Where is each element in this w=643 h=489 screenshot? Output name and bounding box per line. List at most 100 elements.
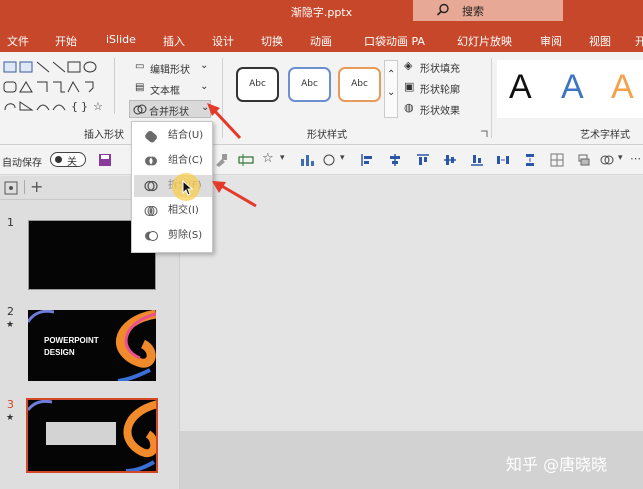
annotation-arrow-icon bbox=[212, 181, 257, 208]
tab-view[interactable]: 视图 bbox=[589, 33, 611, 49]
chevron-down-icon: ⌄ bbox=[200, 60, 209, 71]
annotation-arrow-icon bbox=[207, 103, 242, 140]
shape-gallery[interactable]: { } ☆ bbox=[3, 60, 113, 114]
autosave-toggle[interactable]: 关 bbox=[50, 152, 86, 168]
outline-view-icon[interactable] bbox=[4, 181, 18, 195]
dialog-launcher-icon[interactable] bbox=[480, 130, 488, 138]
union-icon bbox=[145, 130, 157, 143]
group-insert-shape-label: 插入形状 bbox=[84, 130, 124, 141]
menu-item-combine[interactable]: 组合(C) bbox=[134, 150, 212, 172]
style-sample-2[interactable]: Abc bbox=[288, 67, 331, 102]
slide-number: 3 bbox=[7, 398, 14, 411]
svg-text:}: } bbox=[81, 100, 88, 113]
divider bbox=[24, 180, 25, 194]
shape-effect-button[interactable]: 形状效果 bbox=[420, 102, 460, 117]
layers-icon[interactable] bbox=[577, 153, 591, 167]
wordart-sample-black[interactable]: A bbox=[509, 68, 532, 107]
ribbon: { } ☆ ▭ 编辑形状 ⌄ ▤ 文本框 ⌄ 合并形状 ⌄ 插入形状 Abc A… bbox=[0, 52, 643, 145]
svg-text:☆: ☆ bbox=[93, 100, 103, 113]
star-icon[interactable]: ☆ bbox=[262, 151, 274, 166]
distribute-horizontal-icon[interactable] bbox=[496, 153, 510, 167]
autosave-label: 自动保存 bbox=[2, 158, 42, 169]
menu-item-intersect[interactable]: 相交(I) bbox=[134, 200, 212, 222]
save-icon[interactable] bbox=[98, 153, 112, 167]
menu-item-subtract[interactable]: 剪除(S) bbox=[134, 225, 212, 247]
style-gallery-scroll[interactable]: ⌃ ⌄ bbox=[384, 60, 398, 118]
wordart-sample-orange[interactable]: A bbox=[611, 68, 634, 107]
tab-animations[interactable]: 动画 bbox=[310, 33, 332, 49]
wordart-gallery[interactable]: A A A bbox=[497, 60, 643, 118]
mouse-cursor-icon bbox=[182, 180, 194, 196]
swirl-art bbox=[123, 400, 156, 471]
combine-icon bbox=[145, 156, 157, 166]
toggle-state: 关 bbox=[67, 157, 77, 168]
tab-pocket-animation[interactable]: 口袋动画 PA bbox=[364, 33, 425, 49]
intersect-icon bbox=[144, 206, 158, 216]
slide-thumbnail-3[interactable] bbox=[26, 398, 158, 473]
align-bottom-icon[interactable] bbox=[470, 153, 484, 167]
add-slide-icon[interactable]: + bbox=[30, 177, 43, 196]
tab-insert[interactable]: 插入 bbox=[163, 33, 185, 49]
menu-item-label: 组合(C) bbox=[168, 155, 203, 166]
align-left-icon[interactable] bbox=[360, 153, 374, 167]
shape-icon[interactable] bbox=[322, 153, 336, 167]
tab-more[interactable]: 开 bbox=[635, 33, 643, 49]
tab-islide[interactable]: iSlide bbox=[106, 33, 136, 46]
tab-home[interactable]: 开始 bbox=[55, 33, 77, 49]
search-label: 搜索 bbox=[462, 5, 484, 18]
align-top-icon[interactable] bbox=[416, 153, 430, 167]
group-shape-style-label: 形状样式 bbox=[307, 130, 347, 141]
slide-number: 2 bbox=[7, 305, 14, 318]
shape-fill-button[interactable]: 形状填充 bbox=[420, 60, 460, 75]
chevron-down-icon[interactable]: ▾ bbox=[618, 153, 623, 163]
merge-shape-label: 合并形状 bbox=[149, 107, 189, 118]
search-icon bbox=[436, 3, 449, 16]
slide-editing-area[interactable]: 知乎 @唐晓晓 bbox=[180, 176, 643, 489]
tab-review[interactable]: 审阅 bbox=[540, 33, 562, 49]
ribbon-tabs: 文件 开始 iSlide 插入 设计 切换 动画 口袋动画 PA 幻灯片放映 审… bbox=[0, 25, 643, 52]
swirl-art bbox=[28, 310, 54, 323]
group-wordart-label: 艺术字样式 bbox=[580, 130, 630, 141]
swirl-art bbox=[28, 400, 52, 411]
tab-slideshow[interactable]: 幻灯片放映 bbox=[457, 33, 512, 49]
align-middle-icon[interactable] bbox=[443, 153, 457, 167]
chevron-down-icon: ⌄ bbox=[200, 81, 209, 92]
shape-outline-button[interactable]: 形状轮廓 bbox=[420, 81, 460, 96]
wordart-sample-blue[interactable]: A bbox=[561, 68, 584, 107]
edit-shape-button[interactable]: 编辑形状 bbox=[150, 61, 190, 76]
slide-thumbnail-2[interactable]: POWERPOINT DESIGN bbox=[28, 310, 156, 381]
slide-title-line-2: DESIGN bbox=[44, 348, 75, 357]
chart-icon[interactable] bbox=[300, 153, 314, 167]
distribute-icon[interactable] bbox=[238, 153, 254, 167]
chevron-down-icon[interactable]: ▾ bbox=[340, 153, 345, 163]
textbox-icon: ▤ bbox=[135, 82, 145, 93]
merge-shape-button[interactable]: 合并形状 ⌄ bbox=[129, 100, 211, 118]
align-center-icon[interactable] bbox=[388, 153, 402, 167]
effect-icon: ◍ bbox=[404, 101, 414, 114]
format-painter-icon[interactable] bbox=[214, 153, 228, 167]
menu-item-union[interactable]: 结合(U) bbox=[134, 125, 212, 147]
merge-shape-icon bbox=[133, 104, 147, 115]
chevron-up-icon: ⌃ bbox=[387, 69, 396, 80]
style-sample-1[interactable]: Abc bbox=[236, 67, 279, 102]
fill-icon: ◈ bbox=[404, 59, 413, 72]
tab-design[interactable]: 设计 bbox=[212, 33, 234, 49]
toggle-knob bbox=[55, 156, 62, 163]
chevron-down-icon[interactable]: ▾ bbox=[280, 153, 285, 163]
distribute-vertical-icon[interactable] bbox=[523, 153, 537, 167]
slide-gray-box bbox=[46, 422, 116, 445]
textbox-button[interactable]: 文本框 bbox=[150, 82, 180, 97]
fragment-icon bbox=[144, 180, 158, 192]
watermark: 知乎 @唐晓晓 bbox=[506, 455, 608, 474]
subtract-icon bbox=[145, 231, 158, 241]
slide-title-line-1: POWERPOINT bbox=[44, 336, 99, 345]
grid-icon[interactable] bbox=[550, 153, 564, 167]
tab-transitions[interactable]: 切换 bbox=[261, 33, 283, 49]
menu-item-label: 相交(I) bbox=[168, 205, 199, 216]
merge-shape-icon[interactable] bbox=[600, 153, 614, 167]
style-sample-3[interactable]: Abc bbox=[338, 67, 381, 102]
gallery-scroll[interactable] bbox=[114, 58, 124, 114]
more-icon[interactable]: ⋯ bbox=[630, 152, 641, 165]
tab-file[interactable]: 文件 bbox=[7, 33, 29, 49]
swirl-art bbox=[116, 310, 156, 381]
